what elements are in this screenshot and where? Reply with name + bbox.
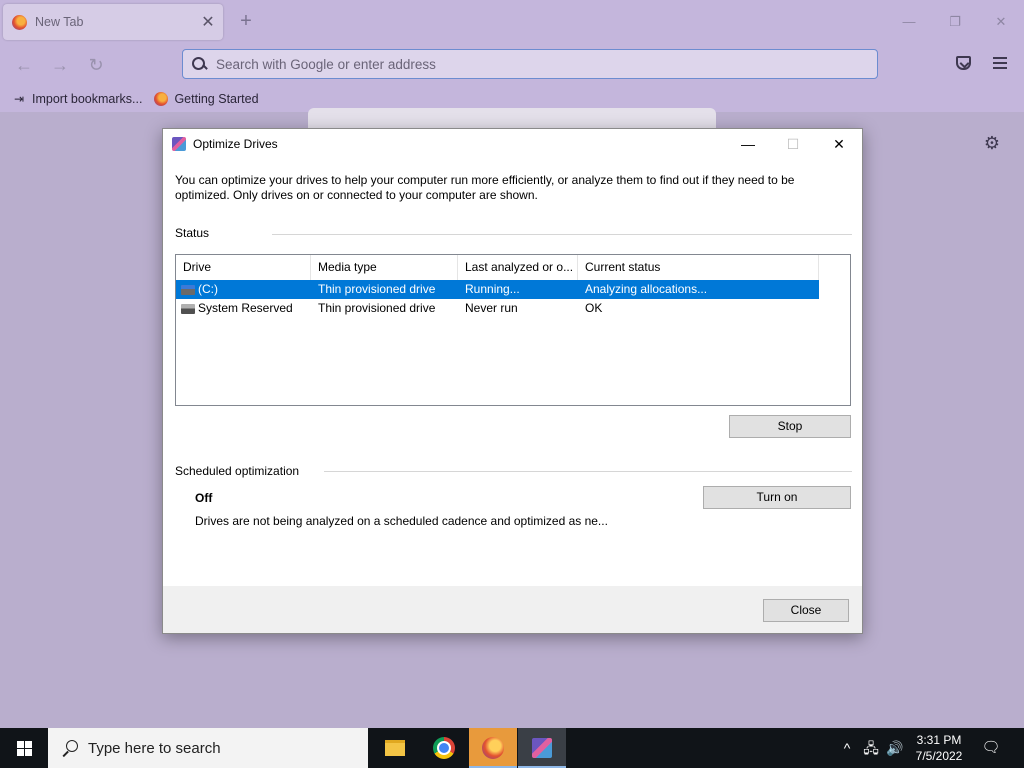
chrome-icon xyxy=(433,737,455,759)
reload-button[interactable]: ↻ xyxy=(84,54,108,76)
column-drive[interactable]: Drive xyxy=(176,255,311,280)
divider xyxy=(272,234,852,235)
divider xyxy=(324,471,852,472)
current-status-cell: Analyzing allocations... xyxy=(585,282,708,296)
last-analyzed-cell: Never run xyxy=(465,301,518,315)
gear-icon[interactable]: ⚙ xyxy=(983,134,1001,152)
dialog-maximize-button: ☐ xyxy=(786,136,800,152)
browser-restore-button[interactable]: ❐ xyxy=(932,10,978,34)
tab-close-icon[interactable]: ✕ xyxy=(197,12,219,32)
notifications-icon[interactable]: 🗨 xyxy=(980,728,1002,768)
bookmark-import[interactable]: ⇥ Import bookmarks... xyxy=(12,92,142,106)
current-status-cell: OK xyxy=(585,301,603,315)
dialog-title: Optimize Drives xyxy=(193,137,278,151)
bookmark-getting-started[interactable]: Getting Started xyxy=(154,92,259,106)
status-label: Status xyxy=(175,226,210,240)
clock-time: 3:31 PM xyxy=(916,733,962,747)
drive-cell: (C:) xyxy=(176,280,311,299)
optimize-drives-icon xyxy=(532,738,552,758)
bookmark-label: Import bookmarks... xyxy=(32,92,143,106)
pocket-icon[interactable] xyxy=(956,56,971,70)
firefox-icon xyxy=(154,92,169,106)
optimize-drives-icon xyxy=(172,137,186,151)
column-media-type[interactable]: Media type xyxy=(311,255,458,280)
media-type-cell: Thin provisioned drive xyxy=(318,282,436,296)
drives-list[interactable]: Drive Media type Last analyzed or o... C… xyxy=(175,254,851,406)
taskbar-firefox[interactable] xyxy=(469,728,517,768)
turn-on-button[interactable]: Turn on xyxy=(703,486,851,509)
media-type-cell: Thin provisioned drive xyxy=(318,301,436,315)
new-tab-button[interactable]: + xyxy=(236,11,256,33)
menu-icon[interactable] xyxy=(993,57,1007,69)
firefox-icon xyxy=(12,14,27,30)
taskbar-chrome[interactable] xyxy=(420,728,468,768)
drive-name: (C:) xyxy=(198,282,218,296)
drive-name: System Reserved xyxy=(198,301,293,315)
volume-icon[interactable]: 🔊 xyxy=(884,728,906,768)
search-icon xyxy=(191,56,207,72)
intro-text: You can optimize your drives to help you… xyxy=(175,173,795,202)
import-icon: ⇥ xyxy=(13,92,25,106)
start-button[interactable] xyxy=(0,728,48,768)
drive-icon xyxy=(181,303,195,314)
optimize-drives-dialog: Optimize Drives — ☐ ✕ You can optimize y… xyxy=(162,128,863,634)
table-row[interactable]: System Reserved Thin provisioned drive N… xyxy=(176,299,819,318)
bookmark-label: Getting Started xyxy=(174,92,259,106)
url-bar[interactable] xyxy=(182,49,878,79)
windows-icon xyxy=(17,741,32,756)
schedule-state: Off xyxy=(195,491,213,505)
column-last-analyzed[interactable]: Last analyzed or o... xyxy=(458,255,578,280)
tab-title: New Tab xyxy=(35,15,84,29)
clock[interactable]: 3:31 PM 7/5/2022 xyxy=(906,732,972,764)
dialog-footer: Close xyxy=(163,586,862,633)
drive-cell: System Reserved xyxy=(176,299,311,318)
stop-button[interactable]: Stop xyxy=(729,415,851,438)
url-input[interactable] xyxy=(216,56,816,72)
last-analyzed-cell: Running... xyxy=(465,282,520,296)
tab-new-tab[interactable]: New Tab ✕ xyxy=(3,4,223,40)
firefox-icon xyxy=(482,737,504,759)
clock-date: 7/5/2022 xyxy=(915,749,963,763)
tab-strip: New Tab ✕ + — ❐ ✕ xyxy=(0,0,1024,44)
scheduled-optimization-label: Scheduled optimization xyxy=(175,464,300,478)
schedule-description: Drives are not being analyzed on a sched… xyxy=(195,514,608,528)
browser-minimize-button[interactable]: — xyxy=(886,10,932,34)
back-button[interactable]: ← xyxy=(12,54,36,76)
folder-icon xyxy=(385,740,405,756)
dialog-minimize-button[interactable]: — xyxy=(725,129,771,159)
network-icon[interactable]: 🖧 xyxy=(860,728,882,768)
browser-close-button[interactable]: ✕ xyxy=(978,10,1024,34)
taskbar: ^ 🖧 🔊 3:31 PM 7/5/2022 🗨 xyxy=(0,728,1024,768)
list-header: Drive Media type Last analyzed or o... C… xyxy=(176,255,819,280)
forward-button[interactable]: → xyxy=(48,54,72,76)
search-icon xyxy=(62,739,80,757)
taskbar-file-explorer[interactable] xyxy=(371,728,419,768)
taskbar-optimize-drives[interactable] xyxy=(518,728,566,768)
tray-chevron-icon[interactable]: ^ xyxy=(836,728,858,768)
system-drive-icon xyxy=(181,284,195,295)
nav-bar: ← → ↻ xyxy=(0,44,1024,86)
taskbar-search-input[interactable] xyxy=(88,739,348,757)
table-row[interactable]: (C:) Thin provisioned drive Running... A… xyxy=(176,280,819,299)
column-current-status[interactable]: Current status xyxy=(578,255,819,280)
dialog-close-button[interactable]: ✕ xyxy=(816,129,862,159)
taskbar-search[interactable] xyxy=(48,728,368,768)
close-button[interactable]: Close xyxy=(763,599,849,622)
